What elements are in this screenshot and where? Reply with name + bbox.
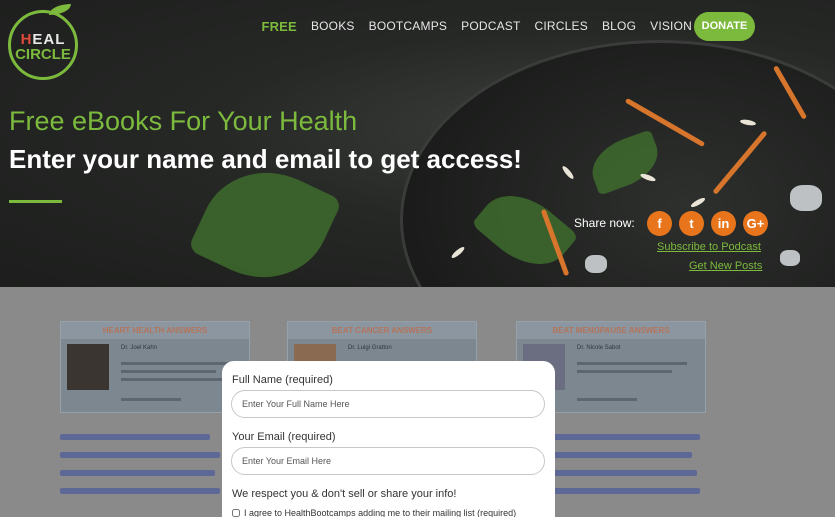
blurred-link[interactable] [552, 452, 692, 458]
card-text-line [121, 398, 181, 401]
blurred-link[interactable] [552, 434, 700, 440]
twitter-icon[interactable]: t [679, 211, 704, 236]
nav-item-bootcamps[interactable]: BOOTCAMPS [369, 19, 447, 33]
hero-title: Free eBooks For Your Health [9, 106, 358, 136]
subscribe-podcast-link[interactable]: Subscribe to Podcast [657, 241, 761, 253]
blurred-link[interactable] [60, 452, 220, 458]
author-name: Dr. Luigi Gratton [348, 345, 392, 351]
hero-banner: HEAL CIRCLE FREE BOOKS BOOTCAMPS PODCAST… [0, 0, 835, 287]
email-label: Your Email (required) [232, 431, 336, 443]
card-heading: BEAT CANCER ANSWERS [288, 322, 476, 339]
google-plus-icon[interactable]: G+ [743, 211, 768, 236]
card-text-line [121, 362, 231, 365]
full-name-field[interactable] [231, 390, 545, 418]
nav-item-free[interactable]: FREE [261, 19, 296, 34]
blurred-link[interactable] [60, 470, 215, 476]
nav-item-podcast[interactable]: PODCAST [461, 19, 520, 33]
card-text-line [577, 362, 687, 365]
nav-item-vision[interactable]: VISION [650, 19, 692, 33]
card-text-line [577, 398, 637, 401]
signup-modal: Full Name (required) Your Email (require… [222, 361, 555, 517]
nav-item-blog[interactable]: BLOG [602, 19, 636, 33]
privacy-note: We respect you & don't sell or share you… [232, 488, 457, 500]
cheese-crumb [585, 255, 607, 273]
consent-label: I agree to HealthBootcamps adding me to … [244, 508, 517, 517]
logo-text-circle: CIRCLE [15, 46, 71, 63]
card-heading: BEAT MENOPAUSE ANSWERS [517, 322, 705, 339]
title-divider [9, 200, 62, 203]
linkedin-icon[interactable]: in [711, 211, 736, 236]
nav-item-books[interactable]: BOOKS [311, 19, 355, 33]
cheese-crumb [790, 185, 822, 211]
get-new-posts-link[interactable]: Get New Posts [689, 260, 762, 272]
donate-button[interactable]: DONATE [694, 12, 755, 41]
card-text-line [121, 370, 216, 373]
blurred-link[interactable] [552, 488, 700, 494]
card-text-line [121, 378, 226, 381]
author-name: Dr. Joel Kahn [121, 345, 158, 351]
heal-circle-logo[interactable]: HEAL CIRCLE [8, 4, 78, 80]
nav-item-circles[interactable]: CIRCLES [535, 19, 588, 33]
consent-checkbox[interactable] [232, 509, 240, 517]
cheese-crumb [780, 250, 800, 266]
blurred-link[interactable] [60, 488, 220, 494]
facebook-icon[interactable]: f [647, 211, 672, 236]
mailing-list-consent[interactable]: I agree to HealthBootcamps adding me to … [232, 508, 516, 517]
blurred-link[interactable] [60, 434, 210, 440]
hero-subtitle: Enter your name and email to get access! [9, 144, 522, 174]
author-photo [67, 344, 109, 390]
card-heading: HEART HEALTH ANSWERS [61, 322, 249, 339]
share-label: Share now: [574, 216, 635, 230]
blurred-link[interactable] [552, 470, 697, 476]
main-nav: FREE BOOKS BOOTCAMPS PODCAST CIRCLES BLO… [247, 12, 692, 40]
leaf-icon [49, 4, 71, 15]
full-name-label: Full Name (required) [232, 374, 333, 386]
author-name: Dr. Nicole Sabot [577, 345, 621, 351]
email-field[interactable] [231, 447, 545, 475]
card-text-line [577, 370, 672, 373]
